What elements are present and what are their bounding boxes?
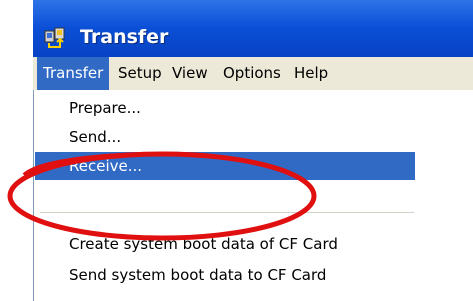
menu-setup[interactable]: Setup [112, 57, 168, 90]
menu-item-create-boot-data[interactable]: Create system boot data of CF Card [35, 230, 415, 258]
transfer-app-icon [44, 27, 65, 48]
menu-separator [40, 212, 414, 213]
menu-item-send[interactable]: Send... [35, 123, 415, 151]
menu-help[interactable]: Help [288, 57, 334, 90]
menu-transfer[interactable]: Transfer [37, 57, 110, 90]
menu-item-receive[interactable]: Receive... [35, 152, 415, 180]
menu-item-send-boot-data[interactable]: Send system boot data to CF Card [35, 261, 415, 289]
window-title: Transfer [80, 26, 169, 48]
menu-options[interactable]: Options [217, 57, 287, 90]
menu-bar: Transfer Setup View Options Help [33, 57, 473, 91]
transfer-dropdown-menu: Prepare... Send... Receive... Create sys… [33, 90, 473, 301]
menu-item-prepare[interactable]: Prepare... [35, 94, 415, 122]
menu-view[interactable]: View [166, 57, 214, 90]
